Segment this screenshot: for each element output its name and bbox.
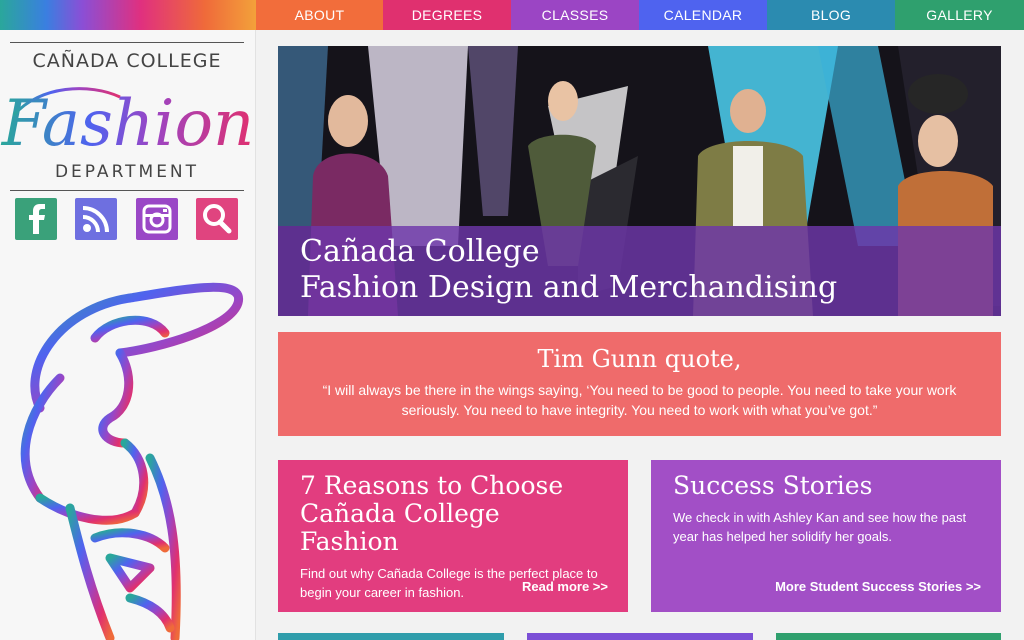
nav-item-blog[interactable]: BLOG: [767, 0, 895, 30]
facebook-icon: [29, 204, 45, 234]
fashion-illustration: [20, 282, 243, 640]
main-nav: ABOUT DEGREES CLASSES CALENDAR BLOG GALL…: [256, 0, 1024, 30]
next-card-strip-1[interactable]: [278, 633, 504, 640]
search-icon: [203, 204, 232, 234]
hero-title-line1: Cañada College: [300, 234, 540, 269]
logo-department[interactable]: DEPARTMENT: [10, 162, 244, 182]
logo-fashion-script[interactable]: Fashion: [0, 75, 256, 165]
reasons-card-title: 7 Reasons to Choose Cañada College Fashi…: [300, 471, 564, 556]
facebook-link[interactable]: [15, 198, 57, 240]
instagram-link[interactable]: [136, 198, 178, 240]
quote-text: “I will always be there in the wings say…: [322, 382, 957, 418]
hero-title-line2: Fashion Design and Merchandising: [300, 270, 838, 305]
read-more-link[interactable]: Read more >>: [522, 579, 608, 594]
hero-caption: Cañada College Fashion Design and Mercha…: [278, 226, 1001, 316]
success-stories-title: Success Stories: [673, 471, 873, 500]
sidebar: CAÑADA COLLEGE Fashion DEPARTMENT: [0, 30, 256, 640]
logo-college-name[interactable]: CAÑADA COLLEGE: [10, 50, 244, 72]
quote-box: Tim Gunn quote, “I will always be there …: [278, 332, 1001, 436]
logo-rule-top: [10, 42, 244, 43]
success-stories-text: We check in with Ashley Kan and see how …: [673, 510, 967, 544]
next-card-strip-2[interactable]: [527, 633, 753, 640]
quote-title: Tim Gunn quote,: [537, 345, 742, 373]
rss-link[interactable]: [75, 198, 117, 240]
hero-banner[interactable]: Cañada College Fashion Design and Mercha…: [278, 46, 1001, 316]
nav-item-gallery[interactable]: GALLERY: [895, 0, 1024, 30]
search-link[interactable]: [196, 198, 238, 240]
nav-item-calendar[interactable]: CALENDAR: [639, 0, 767, 30]
reasons-card[interactable]: 7 Reasons to Choose Cañada College Fashi…: [278, 460, 628, 612]
top-bar-gradient: [0, 0, 256, 30]
nav-item-classes[interactable]: CLASSES: [511, 0, 639, 30]
more-success-stories-link[interactable]: More Student Success Stories >>: [775, 579, 981, 594]
instagram-icon: [142, 204, 172, 234]
logo-rule-bottom: [10, 190, 244, 191]
nav-item-degrees[interactable]: DEGREES: [383, 0, 511, 30]
next-card-strip-3[interactable]: [776, 633, 1001, 640]
rss-icon: [82, 206, 109, 233]
nav-item-about[interactable]: ABOUT: [256, 0, 383, 30]
success-stories-card[interactable]: Success Stories We check in with Ashley …: [651, 460, 1001, 612]
